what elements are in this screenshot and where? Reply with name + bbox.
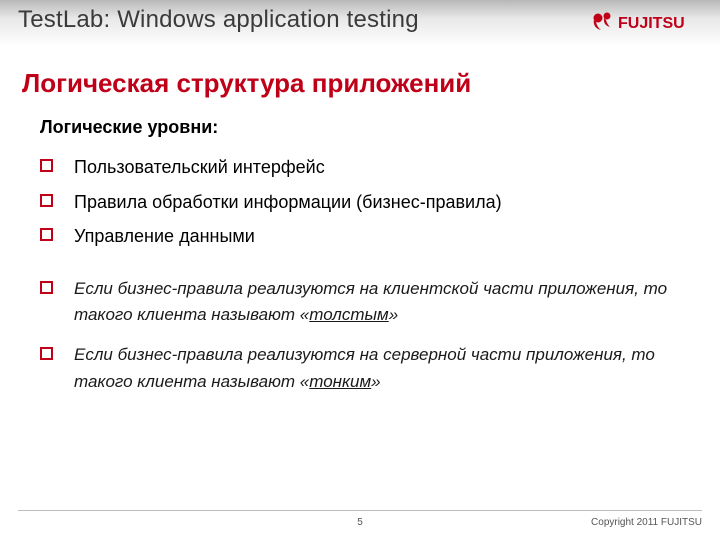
copyright-text: Copyright 2011 FUJITSU <box>591 517 702 528</box>
note-text: » <box>371 372 380 391</box>
page-number: 5 <box>357 517 363 528</box>
list-item: Если бизнес-правила реализуются на серве… <box>40 342 690 395</box>
section-title: Логическая структура приложений <box>22 68 720 99</box>
fujitsu-logo: FUJITSU <box>592 10 702 34</box>
footer-divider <box>18 510 702 511</box>
body-content: Логические уровни: Пользовательский инте… <box>40 117 690 395</box>
footer: 5 Copyright 2011 FUJITSU <box>0 510 720 528</box>
list-item: Если бизнес-правила реализуются на клиен… <box>40 276 690 329</box>
header-bar: TestLab: Windows application testing FUJ… <box>0 0 720 46</box>
note-emph: толстым <box>309 305 388 324</box>
slide: TestLab: Windows application testing FUJ… <box>0 0 720 540</box>
note-text: » <box>389 305 398 324</box>
svg-text:FUJITSU: FUJITSU <box>618 15 685 32</box>
notes-list: Если бизнес-правила реализуются на клиен… <box>40 276 690 395</box>
note-emph: тонким <box>309 372 371 391</box>
list-item: Управление данными <box>40 221 690 252</box>
list-item: Пользовательский интерфейс <box>40 152 690 183</box>
list-item: Правила обработки информации (бизнес-пра… <box>40 187 690 218</box>
intro-label: Логические уровни: <box>40 117 690 138</box>
levels-list: Пользовательский интерфейс Правила обраб… <box>40 152 690 252</box>
